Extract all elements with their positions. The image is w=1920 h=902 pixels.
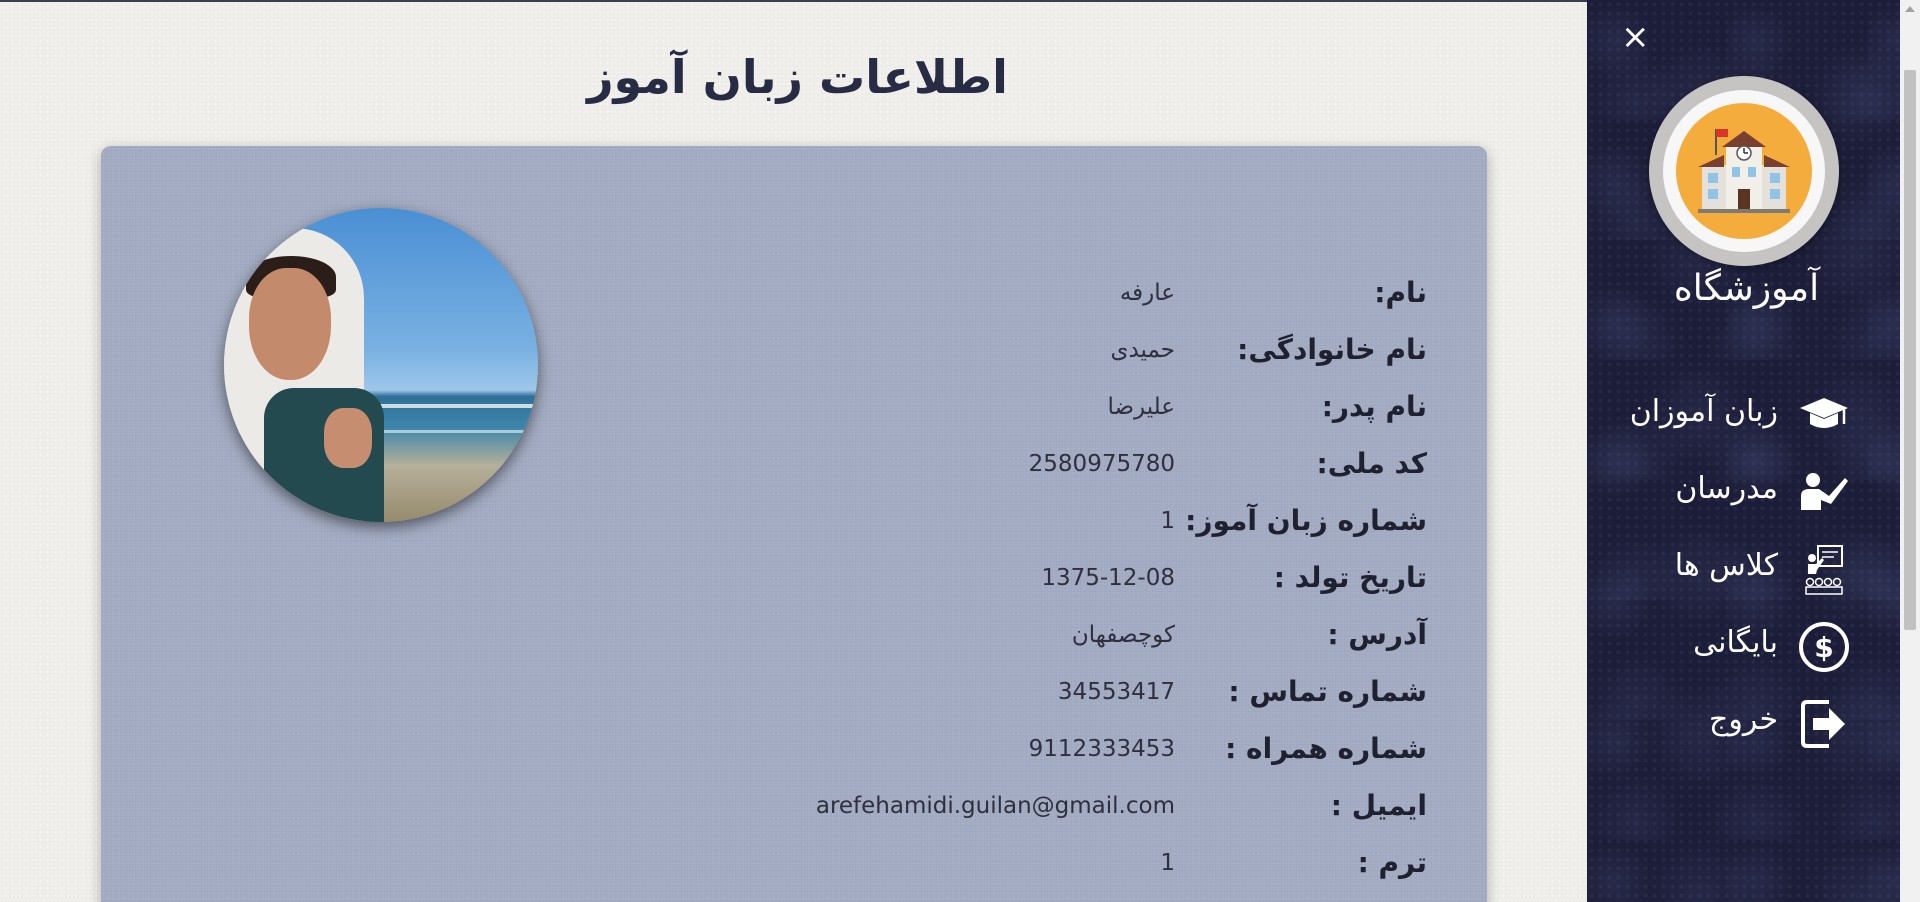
graduation-cap-icon bbox=[1798, 390, 1850, 442]
field-label: شماره زبان آموز: bbox=[1185, 504, 1427, 537]
sidebar-item-archive[interactable]: $ بایگانی bbox=[1587, 621, 1900, 698]
field-value: علیرضا bbox=[1107, 394, 1175, 420]
school-logo bbox=[1649, 76, 1839, 266]
field-row-national-code: کد ملی: 2580975780 bbox=[527, 447, 1427, 504]
field-row-phone: شماره تماس : 34553417 bbox=[527, 675, 1427, 732]
close-icon[interactable]: × bbox=[1621, 20, 1650, 54]
field-value: کوچصفهان bbox=[1071, 622, 1175, 648]
dollar-circle-icon: $ bbox=[1798, 621, 1850, 673]
field-value: عارفه bbox=[1119, 280, 1175, 306]
field-label: ایمیل : bbox=[1330, 789, 1427, 822]
sidebar-item-logout[interactable]: خروج bbox=[1587, 698, 1900, 775]
sidebar-item-classes[interactable]: کلاس ها bbox=[1587, 544, 1900, 621]
scroll-thumb[interactable] bbox=[1904, 70, 1916, 630]
student-fields: نام: عارفه نام خانوادگی: حمیدی نام پدر: … bbox=[527, 276, 1427, 902]
field-row-last-name: نام خانوادگی: حمیدی bbox=[527, 333, 1427, 390]
field-row-mobile: شماره همراه : 9112333453 bbox=[527, 732, 1427, 789]
field-label: کد ملی: bbox=[1316, 447, 1428, 480]
sidebar-item-label: زبان آموزان bbox=[1629, 394, 1778, 429]
field-row-email: ایمیل : arefehamidi.guilan@gmail.com bbox=[527, 789, 1427, 846]
field-label: ترم : bbox=[1357, 846, 1427, 879]
sidebar-item-label: کلاس ها bbox=[1674, 548, 1778, 583]
sidebar-item-teachers[interactable]: مدرسان bbox=[1587, 467, 1900, 544]
scroll-up-arrow-icon[interactable] bbox=[1905, 6, 1915, 12]
sidebar-menu: زبان آموزان مدرسان کلاس ها $ بایگانی خرو… bbox=[1587, 390, 1900, 775]
main-content: اطلاعات زبان آموز نام: عارفه نام خانوادگ… bbox=[0, 0, 1587, 902]
field-value: 34553417 bbox=[1057, 679, 1175, 705]
svg-text:$: $ bbox=[1814, 631, 1833, 664]
field-row-address: آدرس : کوچصفهان bbox=[527, 618, 1427, 675]
scrollbar[interactable] bbox=[1900, 0, 1920, 902]
sidebar-item-label: مدرسان bbox=[1675, 471, 1778, 506]
field-value: 9112333453 bbox=[1028, 736, 1175, 762]
field-value: 1375-12-08 bbox=[1041, 565, 1175, 591]
field-value: 2580975780 bbox=[1028, 451, 1175, 477]
field-row-term: ترم : 1 bbox=[527, 846, 1427, 902]
field-label: نام: bbox=[1374, 276, 1427, 309]
student-info-card: نام: عارفه نام خانوادگی: حمیدی نام پدر: … bbox=[101, 146, 1487, 902]
school-building-icon bbox=[1698, 129, 1790, 213]
field-row-student-number: شماره زبان آموز: 1 bbox=[527, 504, 1427, 561]
field-label: آدرس : bbox=[1327, 618, 1427, 651]
field-label: شماره همراه : bbox=[1225, 732, 1427, 765]
field-value: 1 bbox=[1160, 508, 1175, 534]
brand-title: آموزشگاه bbox=[1673, 268, 1820, 309]
field-value: حمیدی bbox=[1110, 337, 1175, 363]
page-title: اطلاعات زبان آموز bbox=[587, 50, 1008, 104]
sidebar-item-label: خروج bbox=[1709, 702, 1778, 737]
field-row-father-name: نام پدر: علیرضا bbox=[527, 390, 1427, 447]
field-label: نام خانوادگی: bbox=[1237, 333, 1427, 366]
field-label: شماره تماس : bbox=[1228, 675, 1427, 708]
field-value: 1 bbox=[1160, 850, 1175, 876]
student-photo bbox=[224, 208, 538, 522]
sidebar: × آموزشگاه زبان آموزان مدرسان کلاس ها $ … bbox=[1587, 0, 1900, 902]
field-value: arefehamidi.guilan@gmail.com bbox=[815, 793, 1175, 819]
classroom-icon bbox=[1798, 544, 1850, 596]
sidebar-item-students[interactable]: زبان آموزان bbox=[1587, 390, 1900, 467]
teacher-icon bbox=[1798, 467, 1850, 519]
field-label: تاریخ تولد : bbox=[1273, 561, 1427, 594]
sidebar-item-label: بایگانی bbox=[1693, 625, 1778, 660]
field-label: نام پدر: bbox=[1321, 390, 1427, 423]
sign-out-icon bbox=[1798, 698, 1850, 750]
field-row-first-name: نام: عارفه bbox=[527, 276, 1427, 333]
field-row-birth-date: تاریخ تولد : 1375-12-08 bbox=[527, 561, 1427, 618]
